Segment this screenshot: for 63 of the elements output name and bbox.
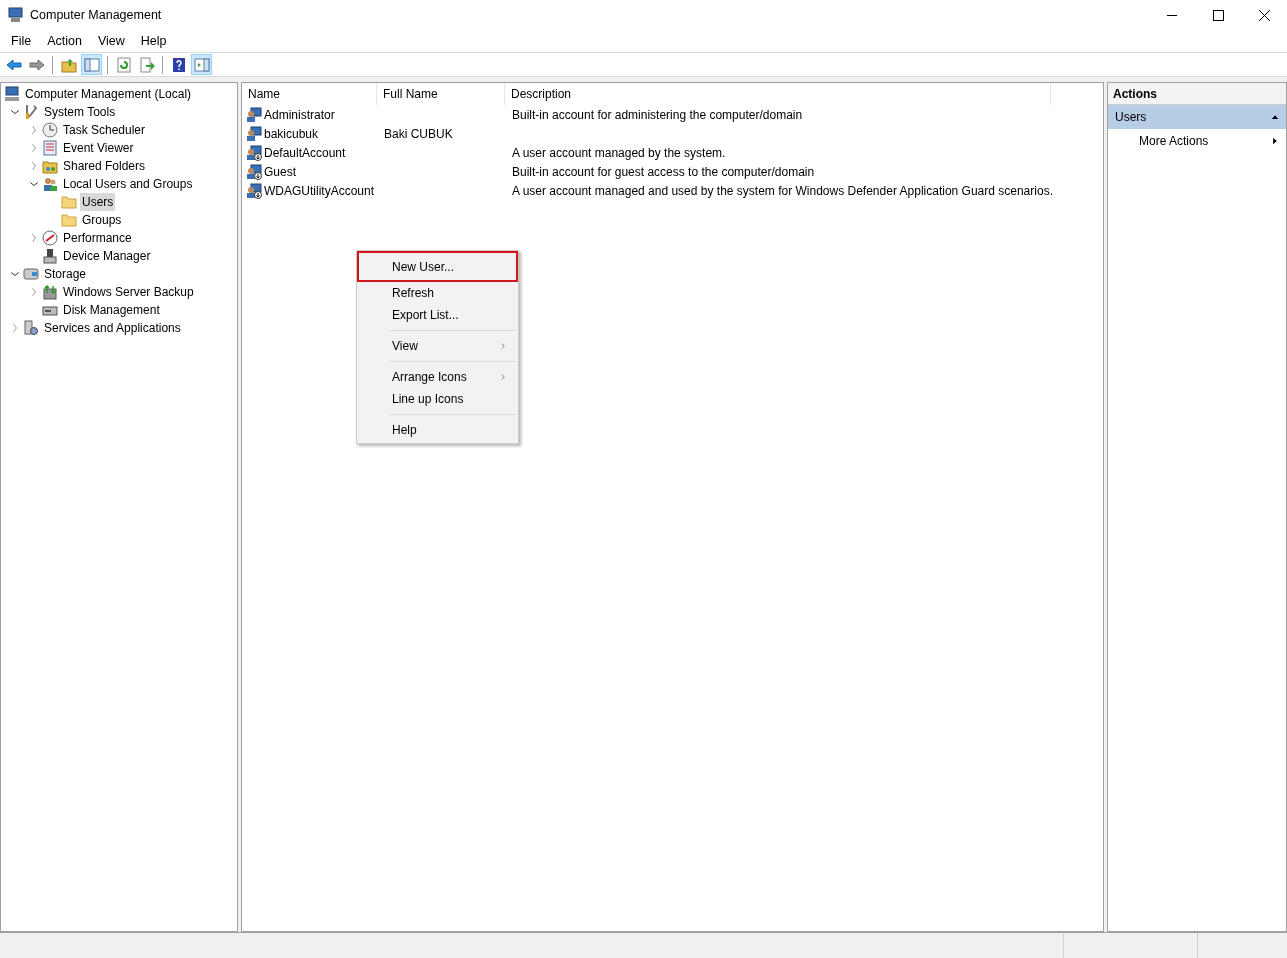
tree-item[interactable]: Device Manager [61, 247, 153, 265]
table-cell: A user account managed by the system. [512, 145, 726, 160]
menu-item[interactable]: View [89, 31, 133, 52]
tools-icon [23, 104, 39, 120]
tree-item[interactable]: Task Scheduler [61, 121, 148, 139]
shared-folder-icon [42, 158, 58, 174]
table-cell: A user account managed and used by the system for Windows Defender Application Guard scenarios. [512, 183, 1053, 198]
tree-item[interactable]: System Tools [42, 103, 118, 121]
actions-header: Actions [1108, 83, 1286, 105]
tree-item[interactable]: Shared Folders [61, 157, 148, 175]
storage-icon [23, 266, 39, 282]
gauge-icon [42, 230, 58, 246]
menu-item[interactable]: Arrange Icons [357, 366, 518, 388]
tree-item[interactable]: Users [80, 193, 116, 211]
export-icon [138, 56, 155, 73]
device-icon [42, 248, 58, 264]
actions-section-header[interactable]: Users [1108, 105, 1286, 129]
menu-item[interactable]: File [3, 31, 40, 52]
column-header[interactable]: Description [505, 83, 1051, 105]
table-cell[interactable]: Administrator [264, 105, 335, 124]
pane-icon [193, 56, 210, 73]
table-cell: Baki CUBUK [384, 126, 453, 141]
menu-item[interactable]: Help [357, 419, 518, 441]
tree-item[interactable]: Performance [61, 229, 134, 247]
tree-item[interactable]: Services and Applications [42, 319, 183, 337]
computer-icon [4, 86, 20, 102]
column-header[interactable]: Name [242, 83, 377, 105]
menu-item[interactable]: View [357, 335, 518, 357]
menu-item[interactable]: New User... [357, 251, 518, 282]
table-cell[interactable]: bakicubuk [264, 124, 319, 143]
back-arrow-icon [5, 56, 22, 73]
refresh-icon [115, 56, 132, 73]
folder-icon [61, 212, 77, 228]
menu-item[interactable]: Line up Icons [357, 388, 518, 410]
menu-item[interactable]: Action [39, 31, 90, 52]
tree-item[interactable]: Disk Management [61, 301, 162, 319]
backup-icon [42, 284, 58, 300]
tree-item[interactable]: Groups [80, 211, 124, 229]
users-icon [42, 176, 58, 192]
tree-item[interactable]: Storage [42, 265, 89, 283]
services-icon [23, 320, 39, 336]
window-title: Computer Management [30, 7, 162, 25]
clock-icon [42, 122, 58, 138]
table-cell: Built-in account for guest access to the computer/domain [512, 164, 815, 179]
menu-item[interactable]: Refresh [357, 282, 518, 304]
tree-item[interactable]: Windows Server Backup [61, 283, 196, 301]
help-icon [170, 56, 187, 73]
tree-item[interactable]: Local Users and Groups [61, 175, 195, 193]
menu-item[interactable]: Help [132, 31, 175, 52]
forward-arrow-icon [28, 56, 45, 73]
folder-icon [61, 194, 77, 210]
table-cell: Built-in account for administering the computer/domain [512, 107, 803, 122]
maximize-icon [1212, 10, 1224, 21]
action-item[interactable]: More Actions [1108, 129, 1286, 153]
pane-icon [83, 56, 100, 73]
menu-item[interactable]: Export List... [357, 304, 518, 326]
tree-item[interactable]: Computer Management (Local) [23, 85, 194, 103]
app-icon [7, 7, 24, 24]
log-icon [42, 140, 58, 156]
column-header[interactable]: Full Name [377, 83, 505, 105]
folder-up-icon [60, 56, 77, 73]
tree-item[interactable]: Event Viewer [61, 139, 136, 157]
close-icon [1258, 10, 1270, 21]
